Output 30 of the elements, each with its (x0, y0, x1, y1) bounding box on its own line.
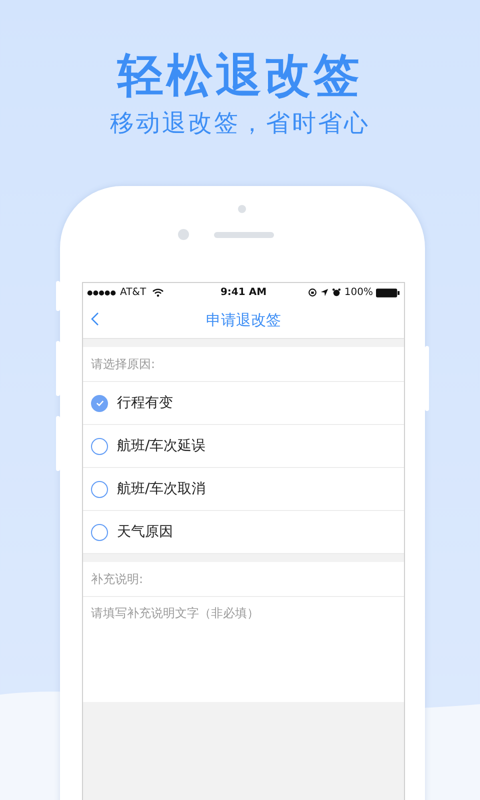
reason-option[interactable]: 航班/车次延误 (83, 425, 404, 468)
radio-button[interactable] (91, 438, 108, 454)
radio-button[interactable] (91, 480, 108, 498)
reason-option[interactable]: 行程有变 (83, 382, 404, 425)
wifi-icon (152, 288, 164, 297)
option-label: 航班/车次延误 (117, 437, 206, 455)
lock-rotation-icon (308, 288, 318, 297)
camera-icon (238, 205, 246, 213)
carrier-label: AT&T (120, 287, 146, 298)
reason-option[interactable]: 天气原因 (83, 511, 404, 554)
back-icon (91, 312, 99, 326)
section-label: 补充说明: (91, 570, 144, 588)
battery-percent: 100% (344, 287, 373, 298)
sensor-icon (178, 229, 189, 240)
location-icon (320, 288, 330, 297)
reason-option[interactable]: 航班/车次取消 (83, 468, 404, 511)
option-label: 行程有变 (117, 394, 173, 412)
headline: 轻松退改签 (118, 47, 362, 104)
speaker-icon (214, 232, 274, 238)
option-label: 天气原因 (117, 523, 173, 541)
radio-button[interactable] (91, 394, 108, 412)
subtitle: 移动退改签，省时省心 (110, 108, 370, 139)
status-time: 9:41 AM (220, 287, 267, 298)
option-label: 航班/车次取消 (117, 480, 206, 498)
signal-icon (87, 290, 117, 296)
battery-icon (376, 288, 400, 298)
radio-button[interactable] (91, 524, 108, 540)
screen-title: 申请退改签 (206, 310, 281, 330)
note-field[interactable]: 请填写补充说明文字（非必填） (83, 597, 404, 702)
section-label: 请选择原因: (91, 356, 156, 372)
